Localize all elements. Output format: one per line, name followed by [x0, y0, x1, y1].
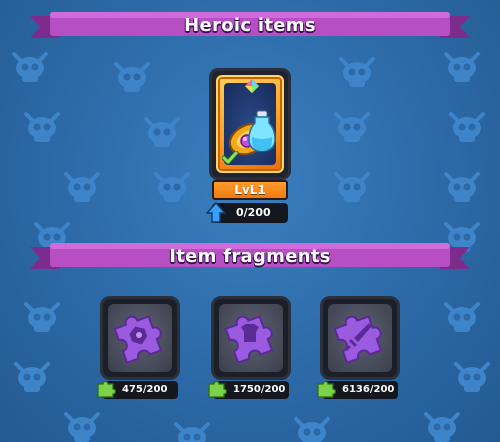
skull-pattern-icon	[420, 410, 464, 442]
green-puzzle-icon	[97, 380, 116, 398]
skull-pattern-icon	[10, 360, 54, 394]
skull-pattern-icon	[20, 110, 64, 144]
shield-emblem-puzzle-icon	[113, 315, 163, 363]
fragment-progress-3: 6136/200	[317, 380, 398, 399]
skull-pattern-icon	[290, 415, 334, 442]
skull-pattern-icon	[8, 50, 52, 84]
skull-pattern-icon	[110, 60, 154, 94]
skull-pattern-icon	[20, 300, 64, 334]
green-puzzle-icon	[208, 380, 227, 398]
fragment-progress-1: 475/200	[97, 380, 178, 399]
green-puzzle-icon	[317, 380, 336, 398]
section-title-heroic: Heroic items	[184, 14, 316, 36]
fragment-count: 475/200	[122, 384, 168, 395]
upgrade-arrow-icon	[206, 202, 226, 223]
heroic-items-banner: Heroic items	[30, 10, 470, 40]
skull-pattern-icon	[330, 110, 374, 144]
skull-pattern-icon	[60, 170, 104, 204]
fragment-card-3[interactable]	[320, 296, 400, 380]
skull-pattern-icon	[450, 360, 494, 394]
rainbow-gem-icon	[245, 79, 259, 93]
skull-pattern-icon	[170, 420, 214, 442]
skull-pattern-icon	[330, 170, 374, 204]
skull-pattern-icon	[440, 50, 484, 84]
skull-pattern-icon	[445, 110, 489, 144]
fragment-progress-2: 1750/200	[208, 380, 289, 399]
skull-pattern-icon	[140, 115, 184, 149]
heroic-item-card[interactable]	[209, 68, 291, 180]
fragment-card-2[interactable]	[211, 296, 291, 380]
fragment-count: 1750/200	[233, 384, 286, 395]
item-level-badge: LvL1	[212, 180, 288, 200]
armor-puzzle-icon	[224, 315, 274, 363]
skull-pattern-icon	[440, 170, 484, 204]
item-fragments-banner: Item fragments	[30, 241, 470, 271]
sword-puzzle-icon	[333, 315, 383, 363]
skull-pattern-icon	[440, 300, 484, 334]
skull-pattern-icon	[335, 55, 379, 89]
section-title-fragments: Item fragments	[169, 245, 331, 267]
equipped-check-icon	[222, 151, 238, 165]
fragment-count: 6136/200	[342, 384, 395, 395]
skull-pattern-icon	[150, 170, 194, 204]
fragment-card-1[interactable]	[100, 296, 180, 380]
item-upgrade-progress: 0/200	[206, 202, 288, 223]
progress-text: 0/200	[236, 206, 271, 219]
skull-pattern-icon	[60, 410, 104, 442]
